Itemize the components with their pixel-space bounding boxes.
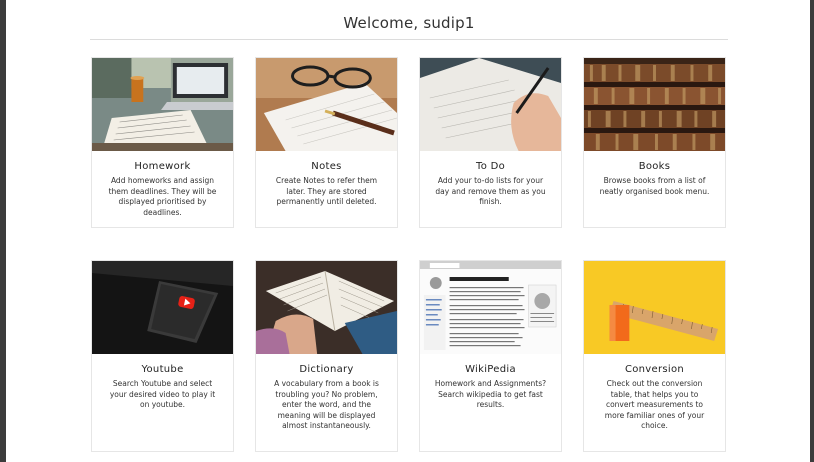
title-divider: [90, 39, 728, 40]
card-conversion[interactable]: Conversion Check out the conversion tabl…: [583, 260, 726, 452]
card-title: Youtube: [141, 364, 184, 375]
card-title: To Do: [475, 161, 506, 172]
conversion-image[interactable]: [584, 261, 725, 354]
card-dictionary[interactable]: Dictionary A vocabulary from a book is t…: [255, 260, 398, 452]
card-wikipedia[interactable]: WikiPedia Homework and Assignments? Sear…: [419, 260, 562, 452]
page-title: Welcome, sudip1: [343, 14, 475, 32]
card-description: Add your to-do lists for your day and re…: [435, 176, 546, 206]
card-title: Conversion: [624, 364, 685, 375]
homework-image[interactable]: [92, 58, 233, 151]
card-title: WikiPedia: [465, 364, 516, 375]
window-edge-right: [810, 0, 814, 462]
card-title: Notes: [311, 161, 342, 172]
card-description: Create Notes to refer them later. They a…: [275, 176, 378, 206]
wikipedia-image[interactable]: [420, 261, 561, 354]
card-notes[interactable]: Notes Create Notes to refer them later. …: [255, 57, 398, 228]
card-title: Homework: [134, 161, 191, 172]
dictionary-image[interactable]: [256, 261, 397, 354]
books-image[interactable]: [584, 58, 725, 151]
card-todo[interactable]: To Do Add your to-do lists for your day …: [419, 57, 562, 228]
card-title: Dictionary: [299, 364, 354, 375]
card-description: Check out the conversion table, that hel…: [604, 379, 705, 430]
todo-image[interactable]: [420, 58, 561, 151]
card-description: Add homeworks and assign them deadlines.…: [108, 176, 217, 217]
notes-image[interactable]: [256, 58, 397, 151]
card-description: Search Youtube and select your desired v…: [109, 379, 216, 409]
card-description: Browse books from a list of neatly organ…: [599, 176, 710, 196]
window-edge-left: [0, 0, 6, 462]
card-title: Books: [638, 161, 671, 172]
card-description: Homework and Assignments? Search wikiped…: [434, 379, 547, 409]
card-homework[interactable]: Homework Add homeworks and assign them d…: [91, 57, 234, 228]
youtube-image[interactable]: [92, 261, 233, 354]
card-youtube[interactable]: Youtube Search Youtube and select your d…: [91, 260, 234, 452]
card-books[interactable]: Books Browse books from a list of neatly…: [583, 57, 726, 228]
card-description: A vocabulary from a book is troubling yo…: [274, 379, 379, 430]
